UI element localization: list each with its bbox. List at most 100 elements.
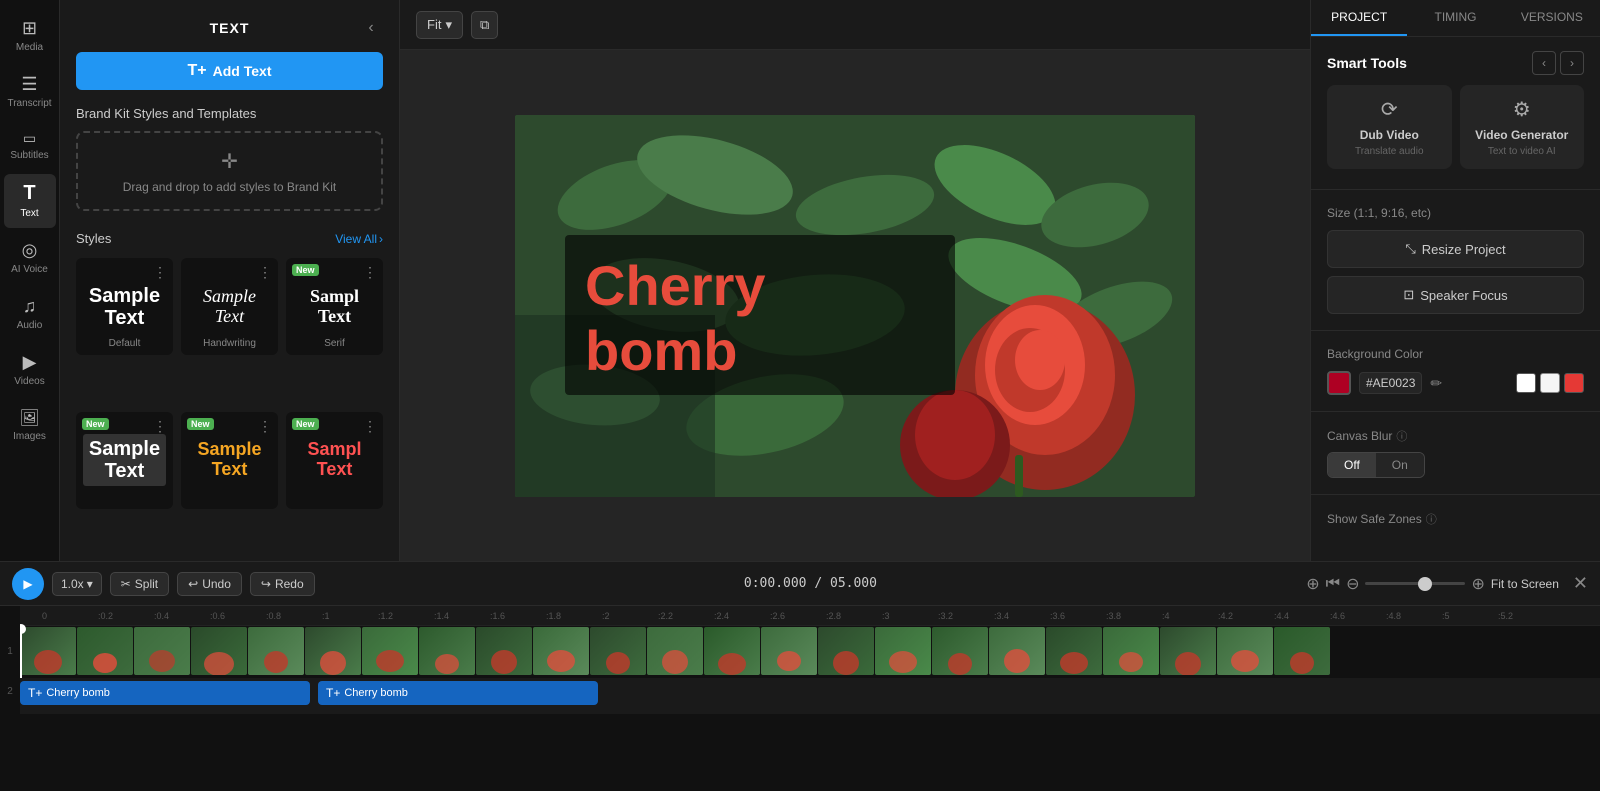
- add-text-button[interactable]: T+ Add Text: [76, 52, 383, 90]
- safe-zones-section: Show Safe Zones ⓘ: [1311, 499, 1600, 539]
- collapse-panel-button[interactable]: ‹: [359, 16, 383, 40]
- smart-tools-prev-button[interactable]: ‹: [1532, 51, 1556, 75]
- sidebar-item-media[interactable]: ⊞ Media: [4, 10, 56, 62]
- style-more-icon[interactable]: ⋮: [363, 264, 377, 281]
- text-clip-label: Cherry bomb: [344, 687, 408, 699]
- zoom-in-2-button[interactable]: ⊕: [1471, 574, 1484, 594]
- brand-kit-drop-text: Drag and drop to add styles to Brand Kit: [123, 180, 336, 194]
- color-edit-icon[interactable]: ✏: [1430, 375, 1442, 392]
- zoom-slider[interactable]: [1365, 582, 1465, 585]
- video-thumbnail: [761, 627, 817, 675]
- playhead: [20, 626, 22, 678]
- media-icon: ⊞: [22, 18, 37, 39]
- style-more-icon[interactable]: ⋮: [153, 418, 167, 435]
- video-thumbnail: [875, 627, 931, 675]
- fit-to-screen-label[interactable]: Fit to Screen: [1491, 577, 1559, 591]
- tab-project[interactable]: PROJECT: [1311, 0, 1407, 36]
- canvas-viewport: Cherry bomb: [400, 50, 1310, 561]
- brand-kit-section: Brand Kit Styles and Templates ✛ Drag an…: [60, 106, 399, 223]
- ruler-mark: :1.4: [432, 611, 488, 621]
- dub-video-tool[interactable]: ⟳ Dub Video Translate audio: [1327, 85, 1452, 169]
- undo-button[interactable]: ↩ Undo: [177, 572, 242, 596]
- canvas-blur-off-button[interactable]: Off: [1328, 453, 1376, 477]
- text-clip-2[interactable]: T+ Cherry bomb: [318, 681, 598, 705]
- color-swatch-red[interactable]: [1564, 373, 1584, 393]
- sidebar-item-label: Videos: [14, 376, 44, 388]
- style-card-4[interactable]: ⋮ New SampleText: [76, 412, 173, 509]
- style-card-5[interactable]: ⋮ New SampleText: [181, 412, 278, 509]
- playback-speed-button[interactable]: 1.0x ▾: [52, 572, 102, 596]
- ruler-mark: :4.2: [1216, 611, 1272, 621]
- video-thumbnail: [647, 627, 703, 675]
- text-track: T+ Cherry bomb T+ Cherry bomb: [20, 678, 1600, 714]
- video-generator-tool[interactable]: ⚙ Video Generator Text to video AI: [1460, 85, 1585, 169]
- add-text-icon: T+: [188, 62, 207, 80]
- dub-video-name: Dub Video: [1360, 128, 1419, 142]
- right-panel-tabs: PROJECT TIMING VERSIONS: [1311, 0, 1600, 37]
- resize-project-button[interactable]: ⤡ Resize Project: [1327, 230, 1584, 268]
- style-more-icon[interactable]: ⋮: [258, 264, 272, 281]
- undo-icon: ↩: [188, 577, 198, 591]
- sidebar-item-label: Subtitles: [10, 150, 48, 162]
- color-hex-value[interactable]: #AE0023: [1359, 372, 1422, 394]
- video-svg: Cherry bomb: [515, 115, 1195, 497]
- close-timeline-button[interactable]: ✕: [1573, 573, 1588, 594]
- text-clip-1[interactable]: T+ Cherry bomb: [20, 681, 310, 705]
- redo-button[interactable]: ↪ Redo: [250, 572, 315, 596]
- brand-kit-drop-zone[interactable]: ✛ Drag and drop to add styles to Brand K…: [76, 131, 383, 211]
- video-thumbnail: [704, 627, 760, 675]
- style-card-serif[interactable]: ⋮ New SamplText Serif: [286, 258, 383, 355]
- video-thumbnail: [989, 627, 1045, 675]
- sidebar-item-subtitles[interactable]: ▭ Subtitles: [4, 122, 56, 170]
- zoom-in-button[interactable]: ⊕: [1306, 574, 1319, 594]
- color-swatch-white[interactable]: [1516, 373, 1536, 393]
- zoom-out-button[interactable]: ⊖: [1346, 574, 1359, 594]
- sidebar-item-images[interactable]: 🖼 Images: [4, 400, 56, 451]
- tab-timing[interactable]: TIMING: [1407, 0, 1503, 36]
- ruler-mark: :1.6: [488, 611, 544, 621]
- canvas-toolbar: Fit ▾ ⧉: [400, 0, 1310, 50]
- sidebar-item-transcript[interactable]: ☰ Transcript: [4, 66, 56, 118]
- color-swatch-main[interactable]: [1327, 371, 1351, 395]
- video-thumbnail: [1217, 627, 1273, 675]
- style-card-6[interactable]: ⋮ New SamplText: [286, 412, 383, 509]
- speaker-focus-button[interactable]: ⊡ Speaker Focus: [1327, 276, 1584, 314]
- add-text-label: Add Text: [213, 63, 272, 79]
- svg-text:Cherry: Cherry: [585, 254, 766, 317]
- video-thumbnail: [476, 627, 532, 675]
- video-generator-icon: ⚙: [1513, 97, 1531, 122]
- fit-button[interactable]: Fit ▾: [416, 11, 463, 39]
- sidebar-item-text[interactable]: T Text: [4, 174, 56, 228]
- ruler-mark: :2.2: [656, 611, 712, 621]
- video-thumbnail: [20, 627, 76, 675]
- style-more-icon[interactable]: ⋮: [363, 418, 377, 435]
- view-all-button[interactable]: View All ›: [335, 232, 383, 246]
- style-sample-text: SamplText: [307, 440, 361, 480]
- redo-label: Redo: [275, 577, 304, 591]
- style-card-default[interactable]: ⋮ SampleText Default: [76, 258, 173, 355]
- video-generator-name: Video Generator: [1475, 128, 1568, 142]
- style-more-icon[interactable]: ⋮: [153, 264, 167, 281]
- copy-button[interactable]: ⧉: [471, 11, 498, 39]
- canvas-blur-on-button[interactable]: On: [1376, 453, 1424, 477]
- split-button[interactable]: ✂ Split: [110, 572, 169, 596]
- video-generator-desc: Text to video AI: [1488, 146, 1556, 157]
- safe-zones-title: Show Safe Zones ⓘ: [1327, 511, 1584, 527]
- timeline-ruler: 0 :0.2 :0.4 :0.6 :0.8 :1 :1.2 :1.4 :1.6 …: [20, 606, 1600, 626]
- current-time: 0:00.000: [744, 576, 807, 591]
- color-swatch-light[interactable]: [1540, 373, 1560, 393]
- skip-start-button[interactable]: ⏮: [1326, 575, 1340, 593]
- ruler-mark: :0.2: [96, 611, 152, 621]
- tab-versions[interactable]: VERSIONS: [1504, 0, 1600, 36]
- style-more-icon[interactable]: ⋮: [258, 418, 272, 435]
- sidebar-item-audio[interactable]: ♫ Audio: [4, 288, 56, 340]
- sidebar-item-ai-voice[interactable]: ◎ AI Voice: [4, 232, 56, 284]
- size-section: Size (1:1, 9:16, etc) ⤡ Resize Project ⊡…: [1311, 194, 1600, 326]
- smart-tools-next-button[interactable]: ›: [1560, 51, 1584, 75]
- style-card-handwriting[interactable]: ⋮ SampleText Handwriting: [181, 258, 278, 355]
- zoom-thumb: [1418, 577, 1432, 591]
- ruler-mark: :4.6: [1328, 611, 1384, 621]
- sidebar-item-label: AI Voice: [11, 264, 48, 276]
- sidebar-item-videos[interactable]: ▶ Videos: [4, 344, 56, 396]
- play-button[interactable]: ▶: [12, 568, 44, 600]
